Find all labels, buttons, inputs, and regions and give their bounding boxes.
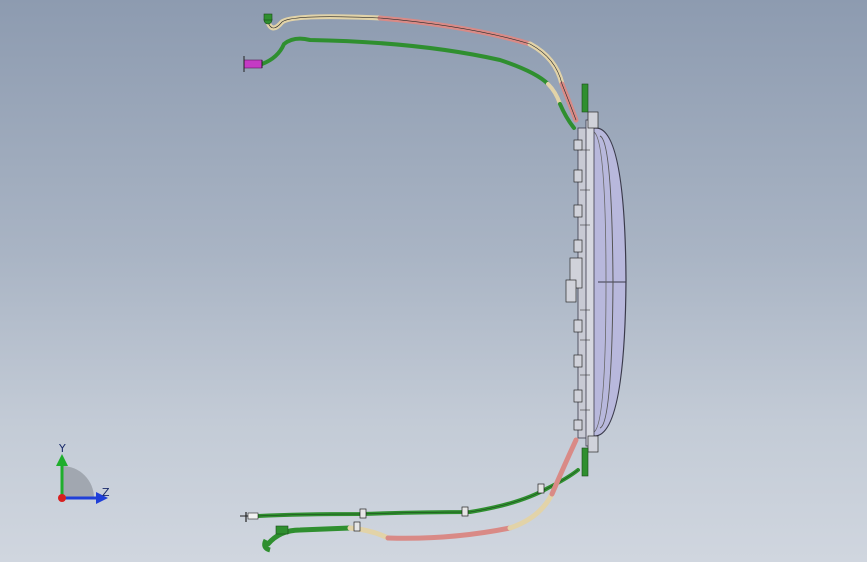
frame-rail-right <box>585 119 595 447</box>
triad-z-label: Z <box>102 486 110 499</box>
clamp-icon <box>359 508 367 519</box>
lower-hose-inner[interactable] <box>256 468 580 518</box>
upper-inner-connector-magenta[interactable] <box>243 56 263 72</box>
radiator-hose-model[interactable] <box>0 0 867 562</box>
upper-hose-end-fitting[interactable] <box>263 13 273 25</box>
lower-inlet-fitting[interactable] <box>581 447 589 477</box>
upper-inlet-fitting[interactable] <box>581 83 589 113</box>
upper-hose-inner[interactable] <box>260 36 576 130</box>
cad-viewport[interactable]: Y Z <box>0 0 867 562</box>
lower-hose-outer[interactable] <box>265 437 579 547</box>
triad-y-arrow <box>56 454 68 466</box>
lower-inner-end-fitting[interactable] <box>240 512 259 522</box>
triad-quadrant <box>62 466 94 498</box>
upper-hose-outer[interactable] <box>265 14 579 123</box>
triad-x-origin <box>58 494 66 502</box>
radiator-assembly[interactable] <box>565 83 627 477</box>
orientation-triad: Y Z <box>56 442 110 504</box>
triad-y-label: Y <box>58 442 66 455</box>
